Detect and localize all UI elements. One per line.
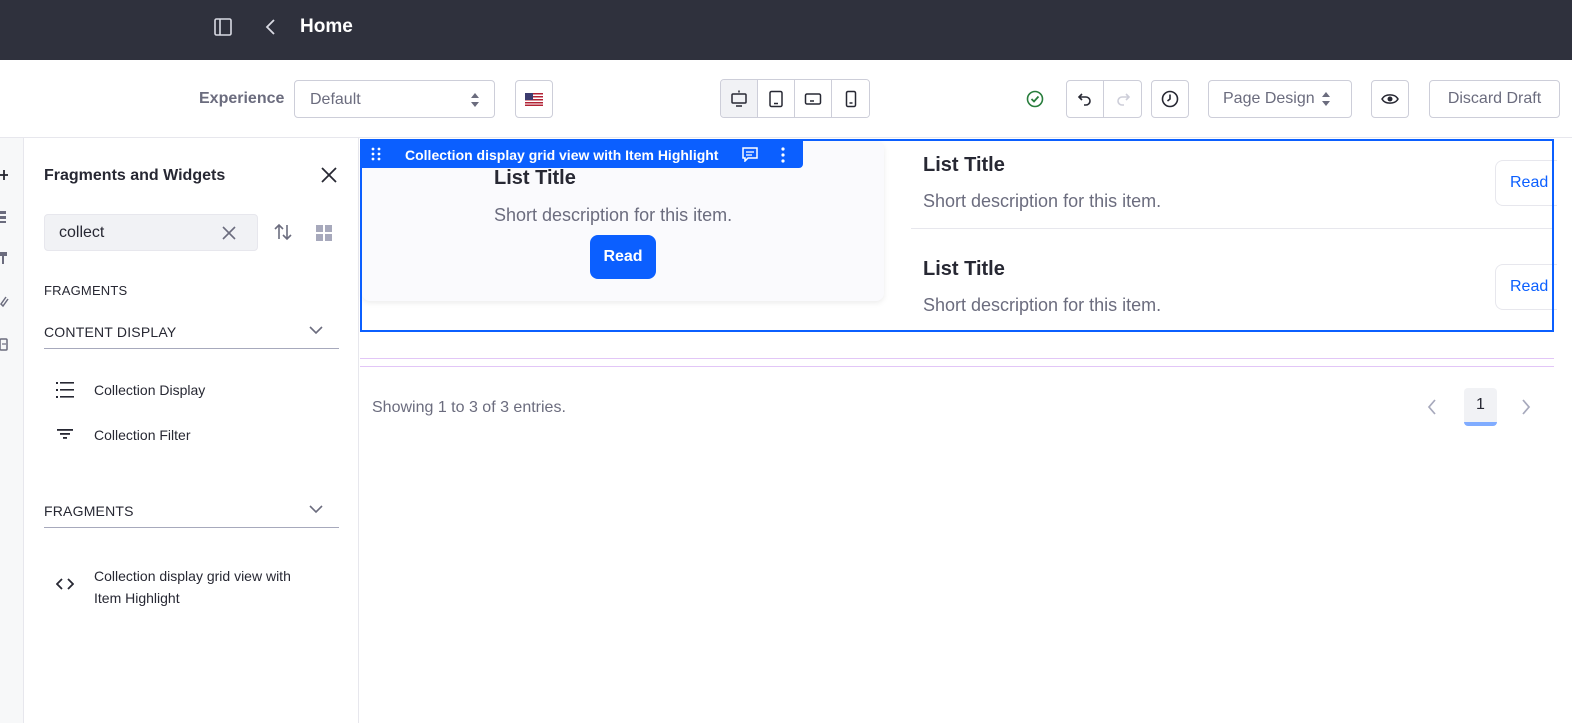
fragment-topper[interactable]: Collection display grid view with Item H… [360,139,803,168]
editor-toolbar: Experience Default Page Design Discard D… [0,60,1572,138]
eye-icon [1381,94,1399,104]
paint-roller-icon[interactable] [0,251,14,265]
clear-search-icon[interactable] [221,225,237,241]
flag-icon [525,93,543,106]
select-caret-icon [1321,92,1330,106]
landscape-phone-icon [804,92,822,105]
close-icon[interactable] [320,166,338,184]
chevron-right-icon[interactable] [1520,398,1532,416]
group-header-fragments[interactable]: FRAGMENTS [44,494,339,528]
device-switcher [720,79,870,118]
filter-icon [57,429,73,439]
page-title: Home [300,16,353,37]
select-caret-icon [471,93,479,107]
pagination-page-1[interactable]: 1 [1464,388,1497,426]
group-header-content-display[interactable]: CONTENT DISPLAY [44,315,339,349]
fragment-item-collection-display[interactable]: Collection Display [44,370,339,410]
redo-button[interactable] [1104,81,1141,117]
check-circle-icon [1026,90,1044,108]
tablet-button[interactable] [758,80,795,117]
comment-icon[interactable] [742,147,758,162]
redo-icon [1116,93,1130,106]
fragment-name: Collection display grid view with Item H… [405,147,719,163]
fragment-item-label: Collection Display [94,382,206,398]
language-button[interactable] [515,80,553,118]
portrait-phone-icon [845,90,856,107]
discard-draft-label: Discard Draft [1447,90,1542,107]
history-button[interactable] [1151,80,1189,118]
undo-button[interactable] [1067,81,1104,117]
discard-draft-button[interactable]: Discard Draft [1429,80,1560,118]
code-icon [56,578,74,590]
page-icon[interactable] [0,338,14,352]
link-icon[interactable] [0,295,14,309]
fragment-item-collection-filter[interactable]: Collection Filter [44,415,339,455]
drop-zone [360,358,1554,367]
kebab-menu-icon[interactable] [780,147,786,163]
search-input[interactable] [45,215,215,250]
chevron-left-icon[interactable] [1426,398,1438,416]
desktop-icon [731,90,747,107]
search-field [44,214,258,251]
back-icon[interactable] [262,17,280,37]
history-icon [1161,90,1179,108]
undo-icon [1077,93,1091,106]
fragment-item-label: Collection display grid view with Item H… [94,568,291,606]
top-bar: Home [0,0,1572,60]
preview-button[interactable] [1371,80,1409,118]
landscape-phone-button[interactable] [795,80,832,117]
group-label: CONTENT DISPLAY [44,324,177,340]
experience-select[interactable]: Default [294,80,495,118]
sort-icon[interactable] [273,223,293,241]
experience-value: Default [310,91,361,108]
undo-redo-group [1066,80,1142,118]
pagination-results: Showing 1 to 3 of 3 entries. [372,399,566,416]
tablet-icon [769,90,783,107]
page-design-select[interactable]: Page Design [1208,80,1352,118]
list-icon [56,382,74,398]
portrait-phone-button[interactable] [832,80,869,117]
sidebar-toggle-icon[interactable] [213,17,233,37]
section-label: FRAGMENTS [44,283,128,298]
desktop-button[interactable] [721,80,758,117]
fragment-item-label: Collection Filter [94,427,191,443]
grid-view-icon[interactable] [315,224,333,242]
chevron-down-icon [309,505,323,514]
plus-icon[interactable] [0,168,14,182]
page-canvas: List Title Short description for this it… [359,138,1572,723]
left-rail [0,138,24,723]
fragment-item-grid-view[interactable]: Collection display grid view with Item H… [44,557,339,613]
drag-handle-icon[interactable] [371,147,381,161]
fragments-panel: Fragments and Widgets FRAGMENTS CONTENT … [24,138,359,723]
group-label: FRAGMENTS [44,503,134,519]
browser-icon[interactable] [0,210,14,224]
experience-label: Experience [199,90,285,107]
chevron-down-icon [309,326,323,335]
panel-title: Fragments and Widgets [44,167,226,184]
page-design-label: Page Design [1223,90,1315,107]
